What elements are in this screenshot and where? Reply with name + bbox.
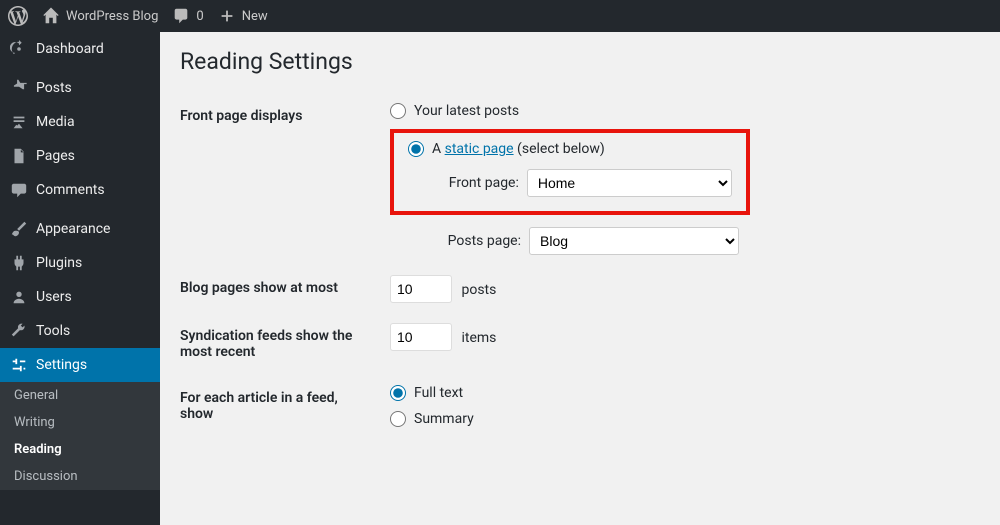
radio-latest-posts[interactable] [390,103,406,119]
plus-icon [218,7,236,25]
posts-unit-label: posts [461,282,496,298]
front-page-select[interactable]: Home [527,169,732,197]
sidebar-item-tools[interactable]: Tools [0,314,160,348]
pin-icon [10,79,28,97]
sliders-icon [10,356,28,374]
posts-page-select-label: Posts page: [436,233,521,249]
radio-static-page-label: A static page (select below) [432,141,605,157]
sidebar-item-pages[interactable]: Pages [0,139,160,173]
posts-page-select[interactable]: Blog [529,227,739,255]
radio-full-text[interactable] [390,385,406,401]
radio-latest-posts-label: Your latest posts [414,103,519,119]
radio-full-text-label: Full text [414,385,463,401]
sidebar-item-dashboard[interactable]: Dashboard [0,32,160,66]
static-page-link[interactable]: static page [445,141,514,157]
plugin-icon [10,254,28,272]
radio-summary[interactable] [390,411,406,427]
wrench-icon [10,322,28,340]
comment-count: 0 [196,9,203,24]
comments-icon [10,181,28,199]
syndication-input[interactable] [390,323,452,351]
site-title: WordPress Blog [66,9,158,24]
sidebar-item-posts[interactable]: Posts [0,71,160,105]
submenu-item-writing[interactable]: Writing [0,409,160,436]
sidebar-item-comments[interactable]: Comments [0,173,160,207]
users-icon [10,288,28,306]
highlight-box: A static page (select below) Front page:… [390,129,750,215]
radio-summary-label: Summary [414,411,474,427]
sidebar-item-settings[interactable]: Settings [0,348,160,382]
posts-per-page-input[interactable] [390,275,452,303]
page-title: Reading Settings [180,48,980,75]
content-area: Reading Settings Front page displays You… [160,32,1000,525]
pages-icon [10,147,28,165]
submenu-item-general[interactable]: General [0,382,160,409]
dashboard-icon [10,40,28,58]
sidebar-item-media[interactable]: Media [0,105,160,139]
wp-logo-icon[interactable] [8,6,28,26]
sidebar-item-users[interactable]: Users [0,280,160,314]
site-home-link[interactable]: WordPress Blog [42,7,158,25]
front-page-select-label: Front page: [436,175,519,191]
home-icon [42,7,60,25]
settings-submenu: General Writing Reading Discussion [0,382,160,490]
sidebar-item-plugins[interactable]: Plugins [0,246,160,280]
feed-format-label: For each article in a feed, show [180,375,380,447]
radio-static-page[interactable] [408,141,424,157]
media-icon [10,113,28,131]
new-label: New [242,9,268,24]
new-content-link[interactable]: New [218,7,268,25]
comments-link[interactable]: 0 [172,7,203,25]
blog-pages-label: Blog pages show at most [180,265,380,313]
sidebar-item-appearance[interactable]: Appearance [0,212,160,246]
submenu-item-reading[interactable]: Reading [0,436,160,463]
front-page-displays-label: Front page displays [180,93,380,265]
admin-toolbar: WordPress Blog 0 New [0,0,1000,32]
items-unit-label: items [461,330,496,346]
admin-sidebar: Dashboard Posts Media Pages Comments App… [0,32,160,525]
syndication-label: Syndication feeds show the most recent [180,313,380,375]
brush-icon [10,220,28,238]
submenu-item-discussion[interactable]: Discussion [0,463,160,490]
comment-icon [172,7,190,25]
